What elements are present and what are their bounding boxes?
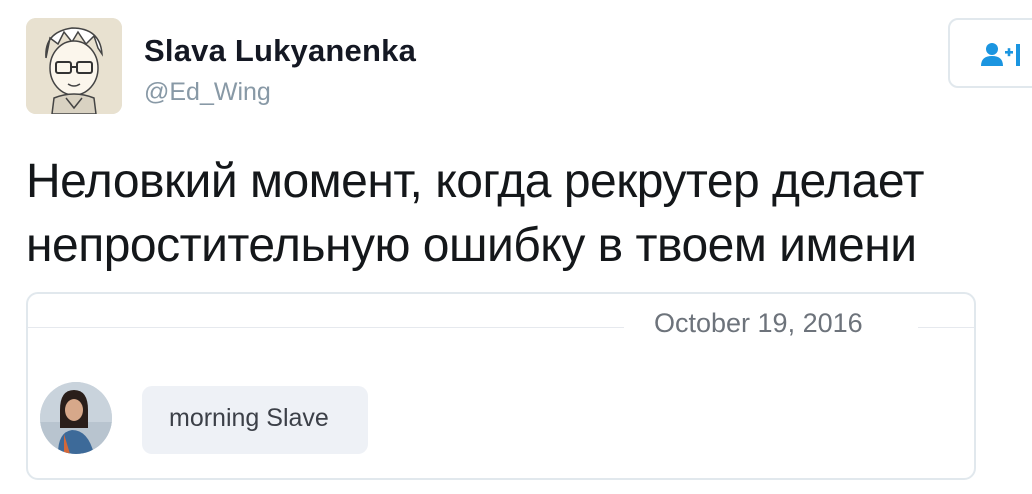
follow-button[interactable] [948, 18, 1032, 88]
add-user-icon [981, 43, 1013, 66]
user-photo-avatar-icon [40, 382, 112, 454]
tweet-text: Неловкий момент, когда рекрутер делает н… [26, 150, 1026, 278]
cartoon-avatar-icon [26, 18, 122, 114]
sender-avatar [40, 382, 112, 454]
tweet-text-line: Неловкий момент, когда рекрутер делает [26, 155, 924, 208]
tweet-text-line: непростительную ошибку в твоем имени [26, 219, 917, 272]
follow-icon-edge [1016, 44, 1020, 66]
chat-message-text: morning Slave [169, 404, 329, 432]
author-handle[interactable]: @Ed_Wing [144, 78, 271, 107]
chat-date: October 19, 2016 [654, 308, 863, 338]
attached-screenshot-card[interactable]: October 19, 2016 morning Slave [26, 292, 976, 480]
date-divider-right [918, 327, 974, 328]
author-avatar[interactable] [26, 18, 122, 114]
author-display-name[interactable]: Slava Lukyanenka [144, 33, 416, 69]
date-divider-left [28, 327, 624, 328]
chat-message-bubble: morning Slave [142, 386, 368, 454]
